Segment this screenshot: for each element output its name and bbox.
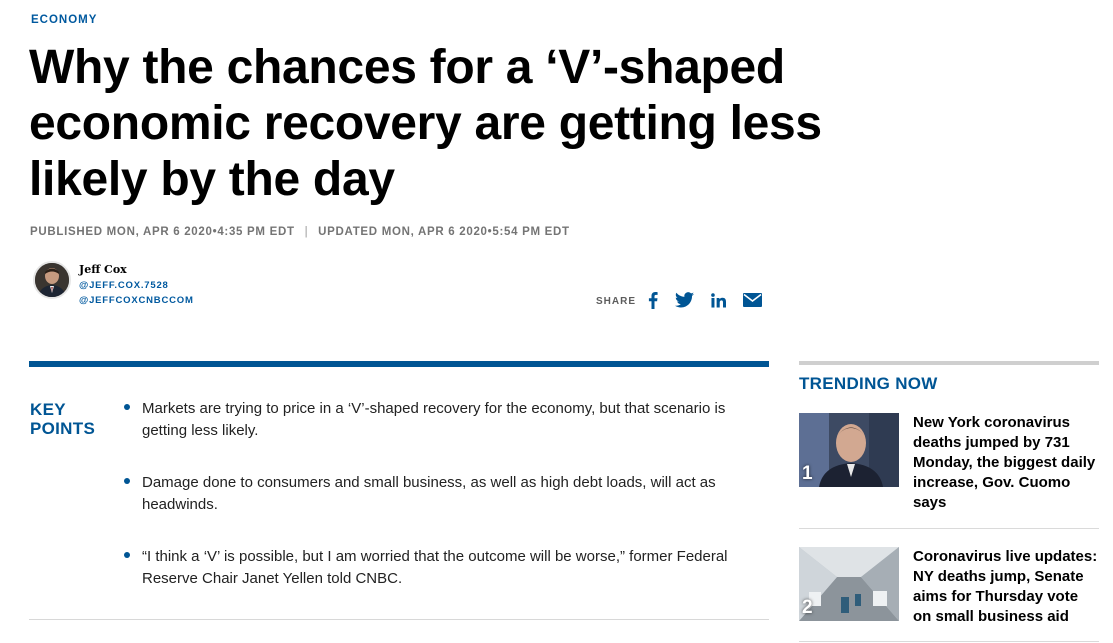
key-points-title: KEY POINTS (30, 400, 95, 438)
dateline-separator: | (304, 226, 309, 238)
share-label: SHARE (596, 295, 637, 307)
trending-thumbnail[interactable]: 2 (799, 547, 899, 621)
key-points-title-line-1: KEY (30, 400, 66, 419)
twitter-icon[interactable] (675, 290, 695, 310)
trending-item-2[interactable]: 2 Coronavirus live updates: NY deaths ju… (799, 547, 1099, 627)
trending-item-1[interactable]: 1 New York coronavirus deaths jumped by … (799, 413, 1099, 513)
author-handle-twitter[interactable]: @JEFFCOXCNBCCOM (79, 293, 194, 308)
author-avatar[interactable] (33, 261, 71, 299)
key-point-item: Markets are trying to price in a ‘V’-sha… (122, 398, 742, 442)
key-points-divider (29, 619, 769, 620)
trending-rank: 1 (802, 463, 813, 484)
trending-thumbnail[interactable]: 1 (799, 413, 899, 487)
linkedin-icon[interactable] (711, 290, 727, 310)
trending-divider (799, 528, 1099, 529)
key-points-rule (29, 361, 769, 367)
key-point-item: Damage done to consumers and small busin… (122, 472, 742, 516)
trending-headline[interactable]: Coronavirus live updates: NY deaths jump… (913, 547, 1099, 627)
article-headline: Why the chances for a ‘V’-shaped economi… (29, 41, 822, 206)
share-bar: SHARE (596, 290, 763, 310)
section-tag[interactable]: ECONOMY (31, 14, 97, 26)
author-byline: Jeff Cox @JEFF.COX.7528 @JEFFCOXCNBCCOM (33, 261, 194, 306)
key-points-list: Markets are trying to price in a ‘V’-sha… (122, 398, 742, 620)
trending-rank: 2 (802, 597, 813, 618)
published-time: PUBLISHED MON, APR 6 2020•4:35 PM EDT (30, 226, 295, 238)
author-info: Jeff Cox @JEFF.COX.7528 @JEFFCOXCNBCCOM (79, 261, 194, 308)
trending-rule (799, 361, 1099, 365)
updated-time: UPDATED MON, APR 6 2020•5:54 PM EDT (318, 226, 570, 238)
key-points-title-line-2: POINTS (30, 419, 96, 438)
email-icon[interactable] (743, 290, 763, 310)
trending-headline[interactable]: New York coronavirus deaths jumped by 73… (913, 413, 1099, 513)
facebook-icon[interactable] (648, 290, 658, 310)
trending-divider (799, 641, 1099, 642)
author-handle-facebook[interactable]: @JEFF.COX.7528 (79, 278, 194, 293)
dateline: PUBLISHED MON, APR 6 2020•4:35 PM EDT | … (30, 226, 570, 238)
key-point-item: “I think a ‘V’ is possible, but I am wor… (122, 546, 742, 590)
trending-title: TRENDING NOW (799, 374, 938, 393)
author-name[interactable]: Jeff Cox (79, 263, 194, 276)
